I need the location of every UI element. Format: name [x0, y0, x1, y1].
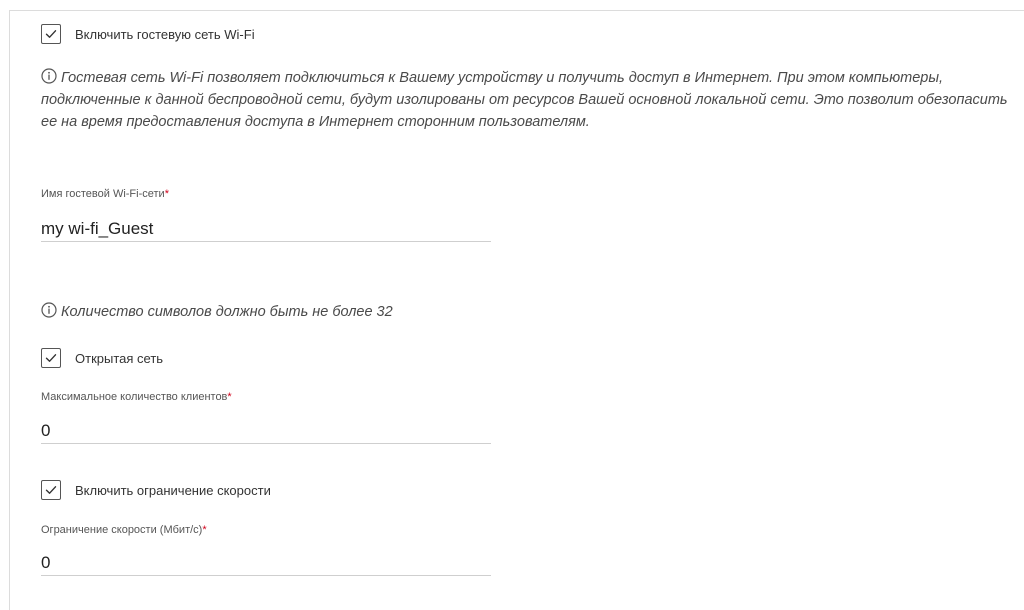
ssid-hint: Количество символов должно быть не более… — [41, 301, 393, 323]
enable-guest-wifi-row[interactable]: Включить гостевую сеть Wi-Fi — [41, 23, 255, 45]
open-network-row[interactable]: Открытая сеть — [41, 347, 163, 369]
enable-guest-wifi-label: Включить гостевую сеть Wi-Fi — [75, 26, 255, 42]
guest-wifi-description: Гостевая сеть Wi-Fi позволяет подключить… — [41, 67, 1011, 133]
ssid-hint-text: Количество символов должно быть не более… — [61, 304, 393, 320]
required-mark: * — [202, 524, 207, 536]
enable-speed-limit-label: Включить ограничение скорости — [75, 482, 271, 498]
info-icon — [41, 68, 57, 84]
required-mark: * — [164, 188, 169, 200]
speed-limit-label: Ограничение скорости (Мбит/с)* — [41, 524, 207, 536]
ssid-label: Имя гостевой Wi-Fi-сети* — [41, 188, 169, 200]
ssid-input[interactable] — [41, 216, 491, 242]
checkmark-icon — [45, 354, 57, 362]
open-network-checkbox[interactable] — [41, 348, 61, 368]
max-clients-input[interactable] — [41, 418, 491, 444]
open-network-label: Открытая сеть — [75, 350, 164, 366]
checkmark-icon — [45, 30, 57, 38]
enable-guest-wifi-checkbox[interactable] — [41, 24, 61, 44]
checkmark-icon — [45, 486, 57, 494]
info-icon — [41, 302, 57, 318]
required-mark: * — [227, 391, 232, 403]
enable-speed-limit-row[interactable]: Включить ограничение скорости — [41, 479, 271, 501]
enable-speed-limit-checkbox[interactable] — [41, 480, 61, 500]
guest-wifi-description-text: Гостевая сеть Wi-Fi позволяет подключить… — [41, 70, 1008, 130]
max-clients-label: Максимальное количество клиентов* — [41, 391, 232, 403]
speed-limit-input[interactable] — [41, 550, 491, 576]
